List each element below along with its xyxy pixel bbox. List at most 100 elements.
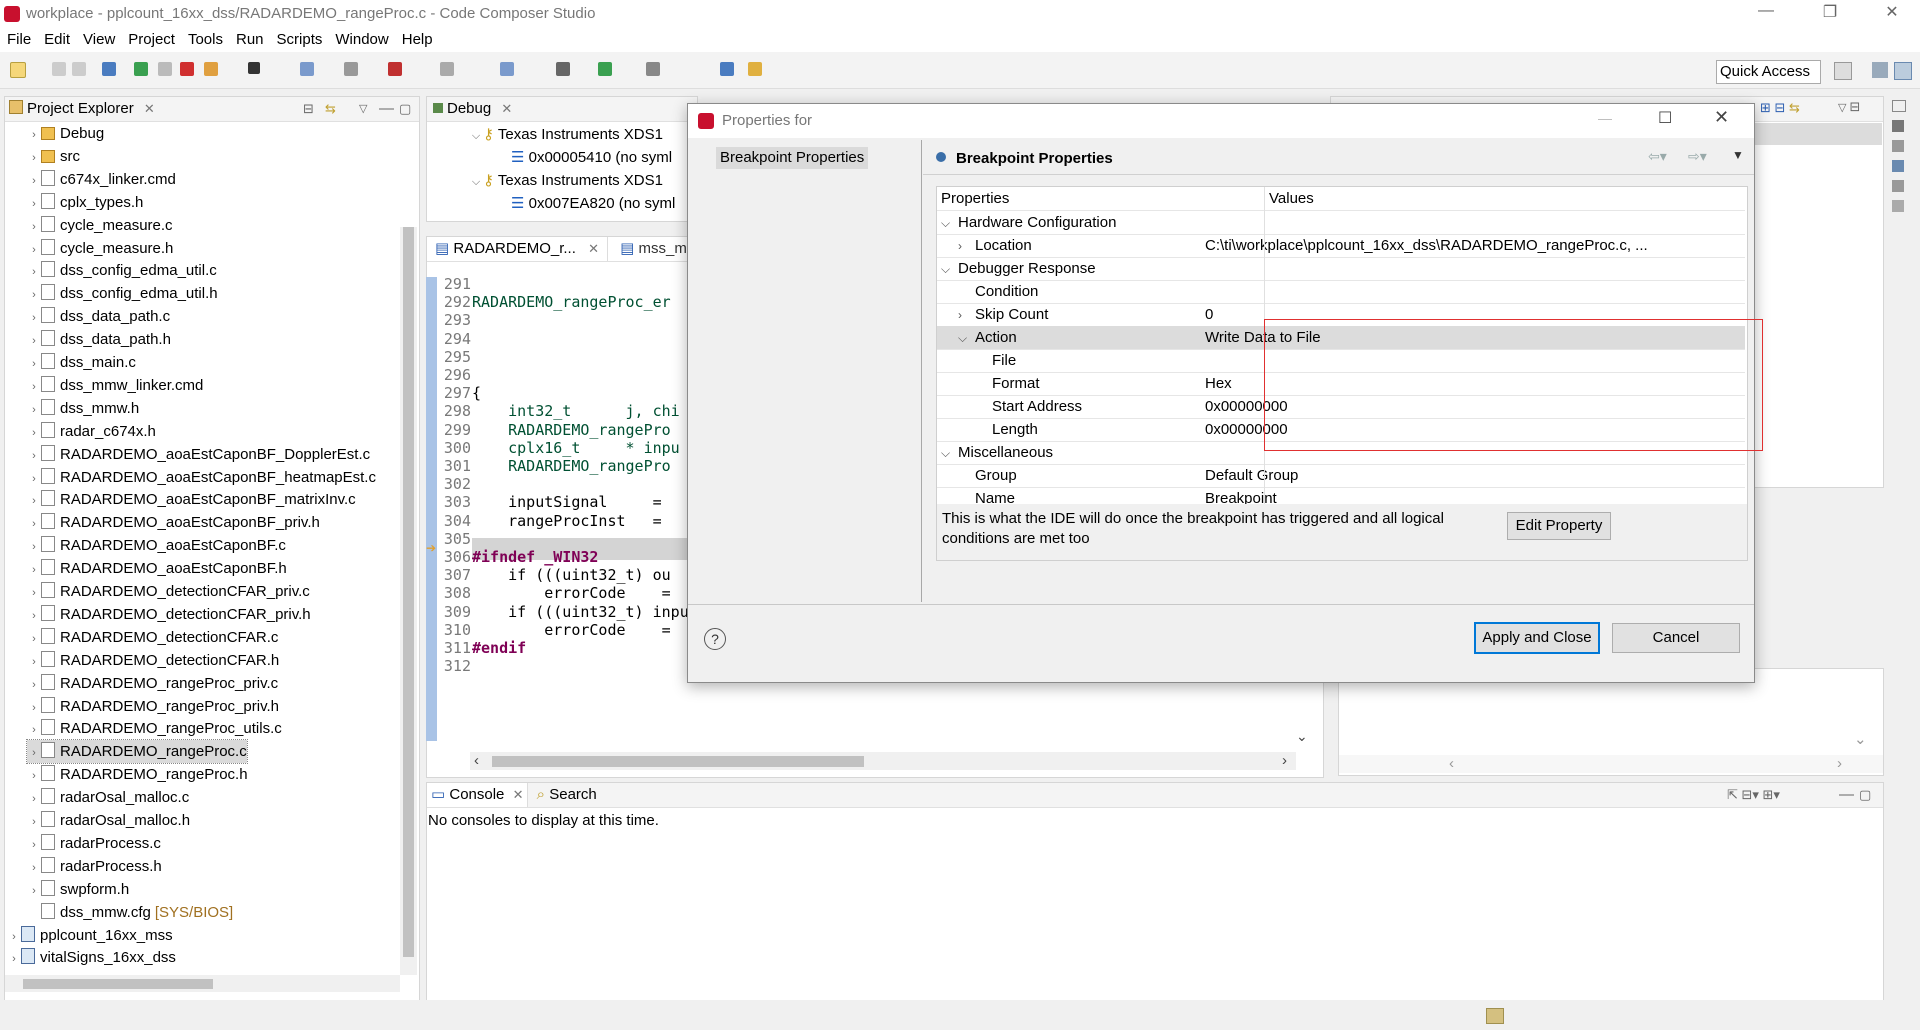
debug-perspective-icon[interactable] (1894, 62, 1912, 80)
expand-chevron-icon[interactable]: › (27, 399, 41, 422)
expand-chevron-icon[interactable]: › (27, 559, 41, 582)
connect-icon[interactable] (344, 62, 358, 76)
property-row[interactable]: ⌵ Debugger Response (937, 257, 1745, 281)
memory-icon[interactable] (300, 62, 314, 76)
sidebar-item-breakpoint-properties[interactable]: Breakpoint Properties (716, 147, 869, 169)
expand-chevron-icon[interactable]: › (7, 948, 21, 971)
expressions-icon[interactable] (1892, 140, 1904, 152)
tree-item[interactable]: › RADARDEMO_rangeProc_priv.h (27, 695, 279, 718)
expand-chevron-icon[interactable]: › (27, 536, 41, 559)
scroll-down-icon[interactable]: ⌄ (1296, 728, 1308, 745)
tree-h-scrollbar[interactable] (5, 975, 400, 992)
tree-item[interactable]: › dss_mmw_linker.cmd (27, 374, 203, 397)
collapse-chevron-icon[interactable]: ⌵ (941, 442, 958, 465)
tree-item[interactable]: › c674x_linker.cmd (27, 168, 176, 191)
expand-chevron-icon[interactable]: › (27, 468, 41, 491)
tree-item[interactable]: › radarOsal_malloc.h (27, 809, 190, 832)
restore-icon[interactable] (1892, 100, 1906, 112)
expand-chevron-icon[interactable]: › (958, 304, 975, 327)
tree-item[interactable]: › RADARDEMO_detectionCFAR.c (27, 626, 278, 649)
tree-item[interactable]: › RADARDEMO_detectionCFAR.h (27, 649, 279, 672)
apply-and-close-button[interactable]: Apply and Close (1474, 622, 1600, 654)
property-row[interactable]: ⌵ Hardware Configuration (937, 211, 1745, 235)
debug-view-icon[interactable] (102, 62, 116, 76)
progress-icon[interactable] (1486, 1008, 1504, 1024)
expand-chevron-icon[interactable]: › (27, 880, 41, 903)
expand-chevron-icon[interactable]: › (27, 628, 41, 651)
save-all-icon[interactable] (72, 62, 86, 76)
collapse-chevron-icon[interactable]: ⌵ (958, 327, 975, 350)
expand-chevron-icon[interactable]: › (27, 239, 41, 262)
registers-icon[interactable] (1892, 180, 1904, 192)
close-tab-icon[interactable]: ✕ (144, 101, 155, 116)
dialog-close-button[interactable]: ✕ (1714, 107, 1729, 128)
tree-item[interactable]: › swpform.h (27, 878, 129, 901)
tree-item[interactable]: › src (27, 145, 80, 168)
maximize-button[interactable]: ❐ (1808, 2, 1852, 26)
debug-frame-row[interactable]: ☰ 0x007EA820 (no syml (511, 192, 675, 215)
code-line[interactable]: #endif (472, 639, 526, 657)
expand-chevron-icon[interactable]: › (958, 235, 975, 258)
property-value-cell[interactable]: Hex (1205, 372, 1232, 395)
outline-toolbar-icon[interactable]: ⊞ ⊟ ⇆ (1760, 100, 1800, 116)
code-line[interactable]: int32_t j, chi (472, 402, 680, 420)
view-menu-icon[interactable]: ▽ (359, 97, 367, 121)
expand-chevron-icon[interactable]: › (27, 124, 41, 147)
resume-icon[interactable] (134, 62, 148, 76)
modules-icon[interactable] (1892, 200, 1904, 212)
expand-chevron-icon[interactable]: › (27, 445, 41, 468)
menu-project[interactable]: Project (121, 28, 181, 48)
help-icon[interactable]: ? (704, 628, 726, 650)
menu-help[interactable]: Help (395, 28, 439, 48)
maximize-view-icon[interactable]: ▢ (399, 97, 411, 121)
expand-chevron-icon[interactable]: › (27, 170, 41, 193)
tools-icon[interactable] (646, 62, 660, 76)
tree-item[interactable]: › RADARDEMO_detectionCFAR_priv.c (27, 580, 310, 603)
expand-chevron-icon[interactable]: › (27, 147, 41, 170)
variables-icon[interactable] (1892, 120, 1904, 132)
tree-item[interactable]: › RADARDEMO_rangeProc.h (27, 763, 248, 786)
menu-run[interactable]: Run (229, 28, 270, 48)
expand-chevron-icon[interactable]: › (27, 284, 41, 307)
expand-chevron-icon[interactable]: › (27, 513, 41, 536)
dialog-maximize-button[interactable]: ☐ (1658, 108, 1672, 128)
expand-chevron-icon[interactable]: › (27, 216, 41, 239)
menu-window[interactable]: Window (328, 28, 394, 48)
tree-item[interactable]: › radar_c674x.h (27, 420, 156, 443)
editor-h-scroll-thumb[interactable] (492, 756, 864, 767)
collapse-all-icon[interactable]: ⊟ (303, 97, 314, 121)
settings-icon[interactable] (556, 62, 570, 76)
menu-edit[interactable]: Edit (37, 28, 76, 48)
code-line[interactable]: { (472, 384, 481, 402)
tree-item[interactable]: › RADARDEMO_aoaEstCaponBF_heatmapEst.c (27, 466, 376, 489)
forward-nav-icon[interactable]: ⇨▾ (1688, 148, 1707, 165)
expand-chevron-icon[interactable]: › (27, 193, 41, 216)
tree-item[interactable]: › dss_main.c (27, 351, 136, 374)
code-line[interactable]: rangeProcInst = (472, 512, 662, 530)
run-icon[interactable] (598, 62, 612, 76)
property-value-cell[interactable]: C:\ti\workplace\pplcount_16xx_dss\RADARD… (1205, 234, 1648, 257)
pin-icon[interactable] (748, 62, 762, 76)
target-icon[interactable] (500, 62, 514, 76)
minimize-button[interactable]: — (1744, 2, 1788, 26)
code-line[interactable]: RADARDEMO_rangePro (472, 421, 671, 439)
code-line[interactable]: RADARDEMO_rangeProc_er (472, 293, 671, 311)
search-tab[interactable]: ⌕ Search (533, 783, 601, 807)
tree-item[interactable]: › Debug (27, 122, 104, 145)
close-tab-icon[interactable]: ✕ (501, 101, 512, 116)
property-value-cell[interactable]: Default Group (1205, 464, 1298, 487)
tree-item[interactable]: › cycle_measure.h (27, 237, 173, 260)
scroll-left-icon[interactable]: ‹ (474, 752, 479, 769)
dialog-minimize-button[interactable]: — (1598, 110, 1612, 126)
menu-tools[interactable]: Tools (181, 28, 229, 48)
expand-chevron-icon[interactable]: › (27, 330, 41, 353)
quick-access-field[interactable]: Quick Access (1716, 60, 1821, 84)
expand-chevron-icon[interactable]: › (27, 765, 41, 788)
property-row[interactable]: Group Default Group (937, 464, 1745, 488)
tree-item[interactable]: › dss_config_edma_util.c (27, 259, 217, 282)
expand-chevron-icon[interactable]: › (27, 651, 41, 674)
editor-tab-active[interactable]: ▤ RADARDEMO_r... ✕ (427, 237, 608, 261)
expand-chevron-icon[interactable]: › (27, 834, 41, 857)
code-line[interactable]: inputSignal = (472, 493, 662, 511)
expand-chevron-icon[interactable]: › (27, 811, 41, 834)
